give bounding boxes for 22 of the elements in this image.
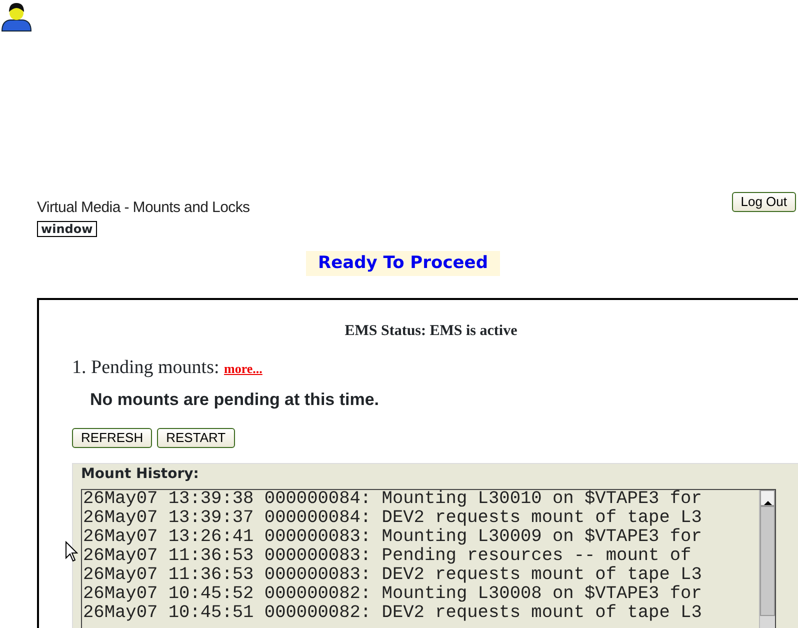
log-line: 26May07 13:39:37 000000084: DEV2 requests mount of tape L3 [83,509,703,528]
section-heading: 1. Pending mounts: [72,357,220,378]
log-line: 26May07 11:36:53 000000083: Pending resources -- mount of [83,547,692,566]
mount-history-label: Mount History: [81,466,200,483]
log-line: 26May07 10:45:52 000000082: Mounting L30008 on $VTAPE3 for [83,585,703,604]
more-link[interactable]: more... [224,361,262,376]
log-out-button[interactable]: Log Out [732,192,796,212]
user-avatar-icon [0,0,33,32]
window-label: window [37,221,97,237]
action-button[interactable]: RESTART [157,428,235,448]
no-mounts-message: No mounts are pending at this time. [90,390,380,410]
log-line: 26May07 13:26:41 000000083: Mounting L30009 on $VTAPE3 for [83,528,703,547]
log-line: 26May07 13:39:38 000000084: Mounting L30010 on $VTAPE3 for [83,490,703,509]
status-banner: Ready To Proceed [306,251,500,276]
mouse-pointer-icon [65,541,78,562]
action-button[interactable]: REFRESH [72,428,152,448]
page-title: Virtual Media - Mounts and Locks [37,199,250,217]
mount-history-textarea[interactable] [81,489,776,628]
scrollbar[interactable] [759,490,775,628]
ems-status: EMS Status: EMS is active [344,322,518,340]
log-line: 26May07 10:45:51 000000082: DEV2 requests mount of tape L3 [83,604,703,623]
log-line: 26May07 11:36:53 000000083: DEV2 requests mount of tape L3 [83,566,703,585]
